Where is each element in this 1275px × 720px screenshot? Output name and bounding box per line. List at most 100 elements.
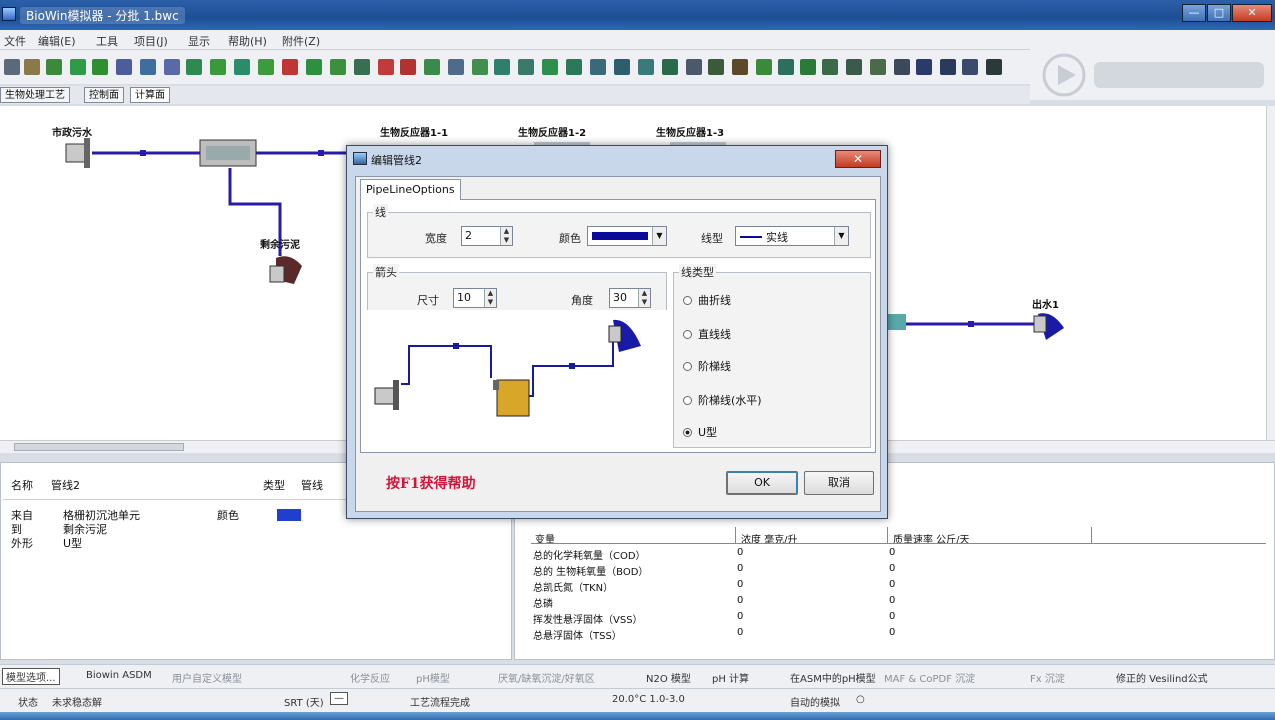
radio-step-horizontal[interactable]: 阶梯线(水平): [683, 392, 762, 408]
label-effluent: 出水1: [1032, 300, 1059, 311]
radio-dot[interactable]: [683, 330, 692, 339]
tank-tool-icon[interactable]: [210, 59, 226, 75]
splitter-tool-icon[interactable]: [92, 59, 108, 75]
grit-tool-icon[interactable]: [638, 59, 654, 75]
maximize-button[interactable]: □: [1207, 4, 1231, 22]
effluent-icon[interactable]: [1033, 313, 1064, 340]
controller-tool-icon[interactable]: [686, 59, 702, 75]
play-tool-icon[interactable]: [800, 59, 816, 75]
close-window-button[interactable]: ✕: [1232, 4, 1272, 22]
mbr-tool-icon[interactable]: [282, 59, 298, 75]
style-combo[interactable]: 实线 ▼: [735, 226, 849, 246]
bottle-tool-icon[interactable]: [756, 59, 772, 75]
influent-icon[interactable]: [65, 138, 90, 168]
menu-tools[interactable]: 工具: [96, 33, 118, 49]
screen-tool-icon[interactable]: [662, 59, 678, 75]
chevron-down-icon[interactable]: ▼: [834, 227, 848, 245]
separator-tool-icon[interactable]: [140, 59, 156, 75]
radio-curve[interactable]: 曲折线: [683, 292, 731, 308]
pipe-tool-icon[interactable]: [518, 59, 534, 75]
storage-tool-icon[interactable]: [778, 59, 794, 75]
tab-control[interactable]: 控制面: [84, 87, 124, 103]
scroll-thumb[interactable]: [14, 443, 184, 451]
valve-tool-icon[interactable]: [448, 59, 464, 75]
clarifier-tool-icon[interactable]: [186, 59, 202, 75]
shield-tool-icon[interactable]: [708, 59, 724, 75]
minimize-button[interactable]: —: [1182, 4, 1206, 22]
menu-view[interactable]: 显示: [188, 33, 210, 49]
tab-process[interactable]: 生物处理工艺: [0, 87, 70, 103]
mixer-tool-icon[interactable]: [116, 59, 132, 75]
bioreactor-tool-icon[interactable]: [164, 59, 180, 75]
sbr-tool-icon[interactable]: [258, 59, 274, 75]
radio-straight[interactable]: 直线线: [683, 326, 731, 342]
sludge-icon[interactable]: [269, 256, 302, 284]
size-label: 尺寸: [417, 294, 439, 307]
spinner-arrows-icon[interactable]: ▲ ▼: [484, 289, 496, 307]
grid-cell: 总的 生物耗氧量（BOD）: [533, 567, 649, 578]
diamond-tool-icon[interactable]: [916, 59, 932, 75]
grid-cell: 0: [889, 563, 896, 574]
thickener-tool-icon[interactable]: [330, 59, 346, 75]
model-options-button[interactable]: 模型选项...: [2, 668, 60, 685]
prop-shape-label: 外形: [11, 537, 33, 550]
pump-tool-icon[interactable]: [424, 59, 440, 75]
menu-file[interactable]: 文件: [4, 33, 26, 49]
radio-dot[interactable]: [683, 396, 692, 405]
plug-tool-icon[interactable]: [894, 59, 910, 75]
monitor-tool-icon[interactable]: [962, 59, 978, 75]
heater-tool-icon[interactable]: [614, 59, 630, 75]
angle-spinner[interactable]: 30 ▲ ▼: [609, 288, 651, 308]
window-title: BioWin模拟器 - 分批 1.bwc: [20, 7, 185, 24]
status-srt-label: SRT (天): [284, 698, 324, 709]
menu-edit[interactable]: 编辑(E): [38, 33, 76, 49]
grid-cell: 0: [889, 627, 896, 638]
canvas-vertical-scrollbar[interactable]: [1266, 106, 1275, 440]
arrow-tool-icon[interactable]: [822, 59, 838, 75]
chemical-tool-icon[interactable]: [378, 59, 394, 75]
radio-u-shape[interactable]: U型: [683, 424, 717, 440]
filter-tool-icon[interactable]: [306, 59, 322, 75]
status-state-label: 状态: [18, 698, 38, 709]
blower-tool-icon[interactable]: [566, 59, 582, 75]
spinner-arrows-icon[interactable]: ▲ ▼: [500, 227, 512, 245]
chevron-down-icon[interactable]: ▼: [652, 227, 666, 245]
width-spinner[interactable]: 2 ▲ ▼: [461, 226, 513, 246]
grid-cell: 0: [889, 611, 896, 622]
dosing-tool-icon[interactable]: [400, 59, 416, 75]
uv-tool-icon[interactable]: [732, 59, 748, 75]
color-combo[interactable]: ▼: [587, 226, 667, 246]
menu-project[interactable]: 项目(J): [134, 33, 168, 49]
radio-dot[interactable]: [683, 296, 692, 305]
pointer-tool-icon[interactable]: [4, 59, 20, 75]
truck-tool-icon[interactable]: [870, 59, 886, 75]
radio-dot-selected[interactable]: [683, 428, 692, 437]
ok-button[interactable]: OK: [726, 471, 798, 495]
prop-name-label: 名称: [11, 479, 33, 492]
spinner-arrows-icon[interactable]: ▲ ▼: [638, 289, 650, 307]
outflow-tool-icon[interactable]: [846, 59, 862, 75]
linetype-group-label: 线类型: [679, 264, 716, 280]
zoom-tool-icon[interactable]: [24, 59, 40, 75]
menu-help[interactable]: 帮助(H): [228, 33, 267, 49]
cancel-button[interactable]: 取消: [804, 471, 874, 495]
view-tabs: 生物处理工艺 控制面 计算面: [0, 86, 1030, 104]
crossover-tool-icon[interactable]: [940, 59, 956, 75]
tee-tool-icon[interactable]: [472, 59, 488, 75]
tab-pipeline-options[interactable]: PipeLineOptions: [360, 179, 461, 200]
radio-dot[interactable]: [683, 362, 692, 371]
move-tool-icon[interactable]: [986, 59, 1002, 75]
dialog-close-button[interactable]: ✕: [835, 150, 881, 168]
influent-tool-icon[interactable]: [46, 59, 62, 75]
dewatering-tool-icon[interactable]: [354, 59, 370, 75]
menu-attachments[interactable]: 附件(Z): [282, 33, 320, 49]
flow-tool-icon[interactable]: [494, 59, 510, 75]
input-tool-icon[interactable]: [70, 59, 86, 75]
radio-step[interactable]: 阶梯线: [683, 358, 731, 374]
gear-tool-icon[interactable]: [542, 59, 558, 75]
digester-tool-icon[interactable]: [234, 59, 250, 75]
grit-chamber-icon[interactable]: [199, 139, 257, 167]
aerator-tool-icon[interactable]: [590, 59, 606, 75]
tab-calculation[interactable]: 计算面: [130, 87, 170, 103]
size-spinner[interactable]: 10 ▲ ▼: [453, 288, 497, 308]
